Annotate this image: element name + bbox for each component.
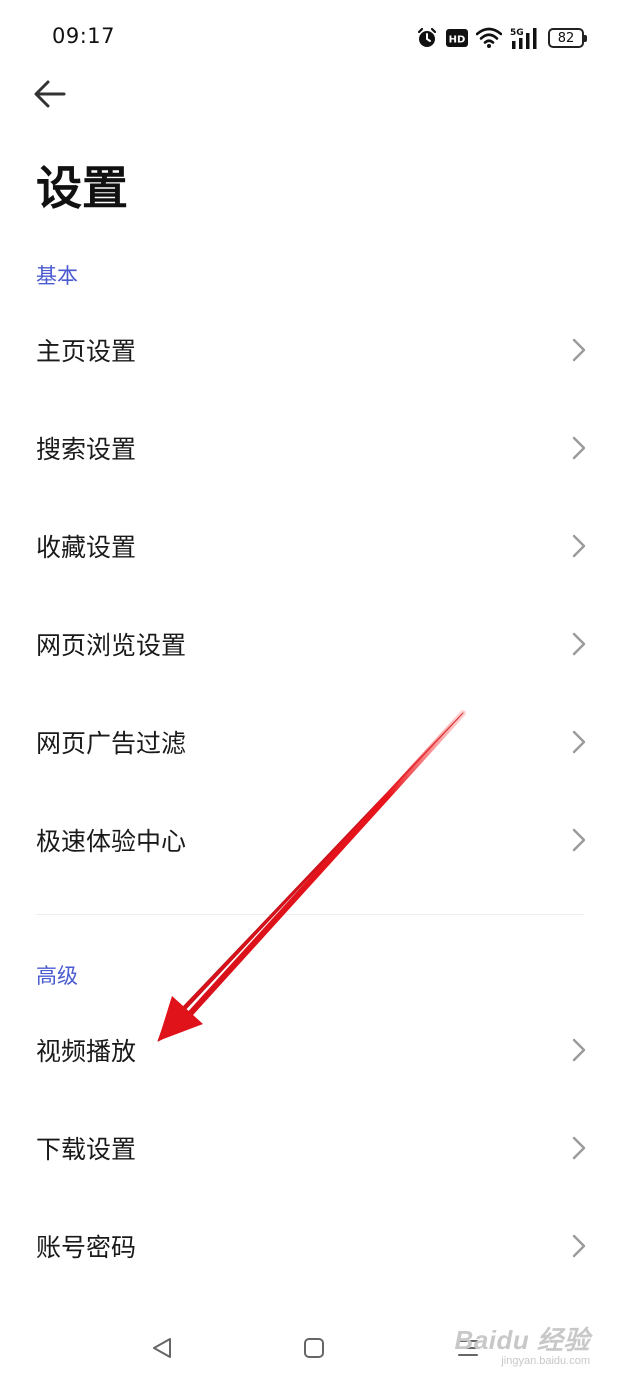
section-divider [36,914,584,915]
section-header-advanced: 高级 [36,964,78,988]
watermark: Baidu 经验 jingyan.baidu.com [455,1320,590,1367]
chevron-right-icon [572,436,586,460]
status-icons: HD 5G 82 [416,24,587,52]
arrow-left-icon [34,80,66,112]
settings-item-speed-center[interactable]: 极速体验中心 [0,792,620,888]
chevron-right-icon [572,1038,586,1062]
settings-item-browsing[interactable]: 网页浏览设置 [0,596,620,692]
network-type-label: 5G [510,28,524,38]
settings-item-label: 网页浏览设置 [36,631,187,660]
chevron-right-icon [572,1136,586,1160]
settings-item-label: 账号密码 [36,1233,137,1262]
back-button[interactable] [28,74,72,118]
status-bar: 09:17 HD 5G 82 [0,0,620,72]
chevron-right-icon [572,828,586,852]
settings-item-label: 下载设置 [36,1135,137,1164]
page-title: 设置 [36,161,128,215]
settings-item-favorites[interactable]: 收藏设置 [0,498,620,594]
settings-item-account-password[interactable]: 账号密码 [0,1198,620,1294]
battery-level: 82 [557,30,575,46]
settings-item-search[interactable]: 搜索设置 [0,400,620,496]
settings-item-label: 视频播放 [36,1037,137,1066]
nav-home-button[interactable] [296,1332,332,1368]
chevron-right-icon [572,534,586,558]
chevron-right-icon [572,338,586,362]
settings-item-label: 极速体验中心 [36,827,187,856]
settings-item-video-playback[interactable]: 视频播放 [0,1002,620,1098]
square-home-icon [302,1336,326,1364]
nav-back-button[interactable] [144,1332,180,1368]
triangle-back-icon [150,1336,174,1364]
chevron-right-icon [572,632,586,656]
cellular-signal-icon: 5G [510,26,540,50]
settings-item-download[interactable]: 下载设置 [0,1100,620,1196]
settings-item-label: 主页设置 [36,337,137,366]
alarm-icon [416,27,438,49]
status-time: 09:17 [52,24,116,48]
hd-icon: HD [446,28,468,48]
settings-item-homepage[interactable]: 主页设置 [0,302,620,398]
battery-icon: 82 [548,28,587,48]
hd-label: HD [449,35,466,46]
chevron-right-icon [572,1234,586,1258]
settings-item-label: 收藏设置 [36,533,137,562]
watermark-brand: Baidu 经验 [454,1325,590,1355]
settings-item-ad-filter[interactable]: 网页广告过滤 [0,694,620,790]
settings-item-label: 搜索设置 [36,435,137,464]
wifi-icon [476,27,502,49]
chevron-right-icon [572,730,586,754]
settings-item-label: 网页广告过滤 [36,729,187,758]
section-header-basic: 基本 [36,264,78,288]
